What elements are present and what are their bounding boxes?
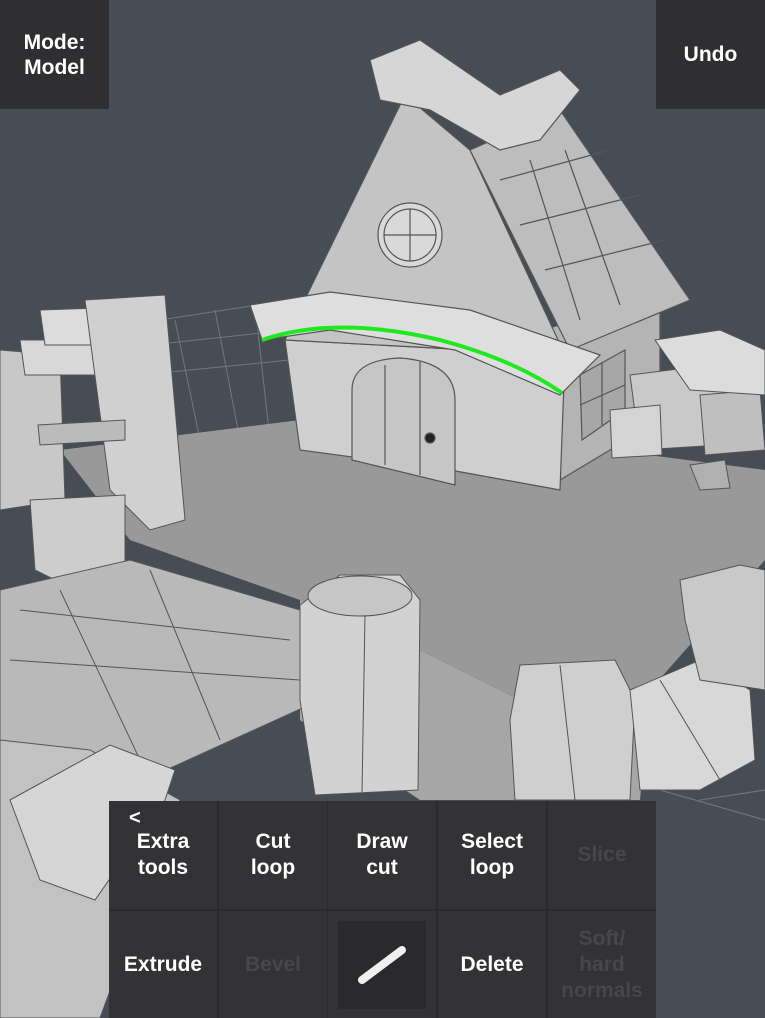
stroke-tool-button[interactable] [328, 911, 436, 1018]
mode-selector-button[interactable]: Mode: Model [0, 0, 109, 109]
extra-tools-label: Extra tools [136, 830, 190, 879]
cut-loop-button[interactable]: Cut loop [219, 801, 327, 909]
delete-button[interactable]: Delete [438, 911, 546, 1018]
slice-label: Slice [577, 843, 627, 866]
bevel-button[interactable]: Bevel [219, 911, 327, 1018]
soft-hard-normals-button[interactable]: Soft/ hard normals [548, 911, 656, 1018]
stroke-icon [358, 945, 406, 984]
soft-hard-normals-label: Soft/ hard normals [561, 926, 643, 1002]
extrude-button[interactable]: Extrude [109, 911, 217, 1018]
select-loop-label: Select loop [461, 830, 523, 879]
undo-label: Undo [683, 43, 738, 66]
pillar-model [299, 574, 421, 796]
tool-palette: < Extra tools Cut loop Draw cut Select l… [109, 801, 656, 1018]
mode-label: Mode: Model [23, 30, 86, 79]
bevel-label: Bevel [244, 952, 302, 976]
undo-button[interactable]: Undo [656, 0, 765, 109]
delete-label: Delete [460, 952, 524, 976]
draw-cut-button[interactable]: Draw cut [328, 801, 436, 909]
draw-cut-label: Draw cut [356, 830, 408, 879]
back-arrow-icon: < [129, 807, 141, 829]
select-loop-button[interactable]: Select loop [438, 801, 546, 909]
extra-tools-button[interactable]: < Extra tools [109, 801, 217, 909]
slice-button[interactable]: Slice [548, 801, 656, 909]
extrude-label: Extrude [123, 952, 203, 976]
cut-loop-label: Cut loop [250, 830, 296, 879]
app-stage: Mode: Model Undo < Extra tools Cut loop … [0, 0, 765, 1018]
stroke-tool-well [338, 920, 426, 1009]
